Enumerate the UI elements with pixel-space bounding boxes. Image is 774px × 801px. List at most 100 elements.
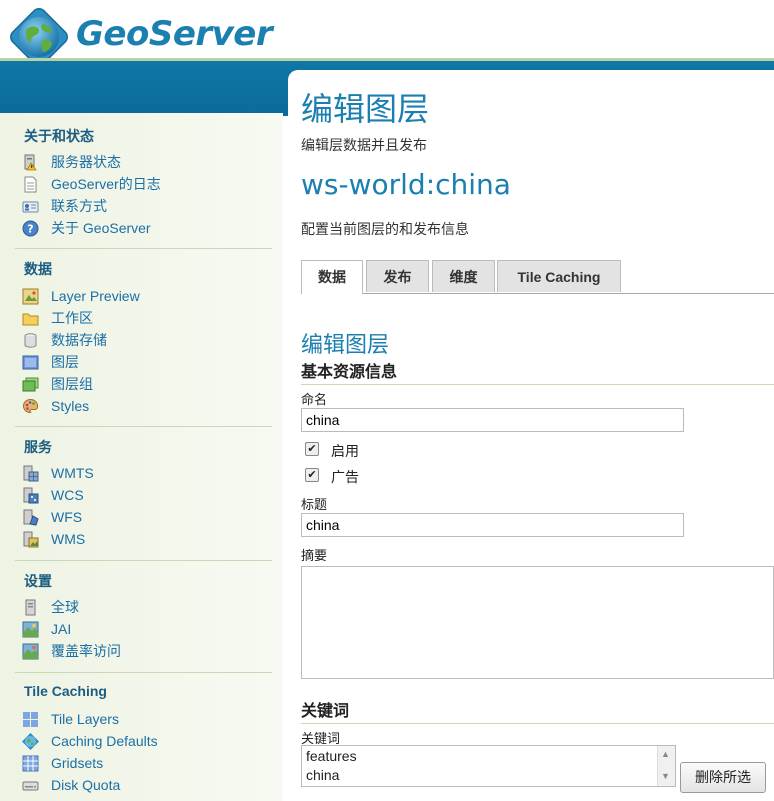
grid-icon xyxy=(22,755,39,771)
sidebar-item-caching-defaults[interactable]: Caching Defaults xyxy=(22,731,158,751)
jai-icon xyxy=(22,621,39,637)
log-icon xyxy=(24,176,37,192)
sidebar-item-label: Gridsets xyxy=(51,755,104,771)
sidebar-item-stores[interactable]: 数据存储 xyxy=(22,330,107,350)
globe-icon xyxy=(22,732,39,750)
app-name: GeoServer xyxy=(76,14,273,54)
sidebar-item-jai[interactable]: JAI xyxy=(22,619,71,639)
keyword-option[interactable]: features xyxy=(306,748,357,764)
name-label: 命名 xyxy=(301,392,328,407)
sidebar-divider xyxy=(15,426,272,427)
sidebar-item-wfs[interactable]: WFS xyxy=(22,507,82,527)
tab-publishing[interactable]: 发布 xyxy=(366,260,429,292)
coverage-access-icon xyxy=(22,643,39,659)
contact-card-icon xyxy=(22,201,39,212)
scroll-down-icon[interactable]: ▼ xyxy=(661,771,670,781)
sidebar-item-about[interactable]: ? 关于 GeoServer xyxy=(22,218,151,238)
header: GeoServer xyxy=(0,0,774,66)
sidebar-item-label: Layer Preview xyxy=(51,288,140,304)
section-title: 编辑图层 xyxy=(301,333,390,358)
sidebar-item-tile-layers[interactable]: Tile Layers xyxy=(22,709,119,729)
sidebar-item-wmts[interactable]: WMTS xyxy=(22,463,94,483)
enabled-checkbox[interactable]: ✔ xyxy=(305,442,319,456)
sidebar-item-label: 图层 xyxy=(51,354,79,370)
basic-info-heading: 基本资源信息 xyxy=(301,358,774,385)
folder-icon xyxy=(22,313,39,325)
sidebar-item-styles[interactable]: Styles xyxy=(22,396,89,416)
page-title: 编辑图层 xyxy=(301,90,430,128)
database-icon xyxy=(24,332,37,348)
wmts-service-icon xyxy=(23,465,39,481)
sidebar-heading-settings: 设置 xyxy=(24,573,52,589)
sidebar-item-layer-groups[interactable]: 图层组 xyxy=(22,374,93,394)
sidebar-item-label: 服务器状态 xyxy=(51,154,121,170)
layer-icon xyxy=(22,355,39,369)
sidebar: 关于和状态 服务器状态 GeoServer的日志 联系方式 ? 关于 GeoSe… xyxy=(0,113,283,801)
sidebar-item-label: WCS xyxy=(51,487,84,503)
sidebar-item-wcs[interactable]: WCS xyxy=(22,485,84,505)
sidebar-item-label: WMS xyxy=(51,531,86,547)
tab-dimensions[interactable]: 维度 xyxy=(432,260,495,292)
sidebar-item-label: WMTS xyxy=(51,465,94,481)
sidebar-item-label: 图层组 xyxy=(51,376,93,392)
sidebar-item-workspaces[interactable]: 工作区 xyxy=(22,308,93,328)
sidebar-item-label: Disk Quota xyxy=(51,777,121,793)
sidebar-divider xyxy=(15,672,272,673)
title-input[interactable] xyxy=(301,513,684,537)
sidebar-item-gridsets[interactable]: Gridsets xyxy=(22,753,103,773)
help-icon: ? xyxy=(22,220,39,236)
svg-text:?: ? xyxy=(27,222,33,235)
abstract-label: 摘要 xyxy=(301,548,328,563)
layer-group-icon xyxy=(22,377,39,391)
layer-preview-icon xyxy=(22,288,39,304)
sidebar-item-label: 关于 GeoServer xyxy=(51,220,151,236)
sidebar-heading-about-status: 关于和状态 xyxy=(24,128,94,144)
listbox-scrollbar[interactable]: ▲ ▼ xyxy=(657,746,675,786)
sidebar-item-server-status[interactable]: 服务器状态 xyxy=(22,152,121,172)
sidebar-divider xyxy=(15,248,272,249)
disk-icon xyxy=(22,781,39,790)
wcs-service-icon xyxy=(23,487,39,503)
sidebar-item-label: 联系方式 xyxy=(51,198,107,214)
sidebar-item-label: Tile Layers xyxy=(51,711,119,727)
sidebar-item-label: 工作区 xyxy=(51,310,93,326)
tile-layers-icon xyxy=(23,711,38,727)
sidebar-item-label: 覆盖率访问 xyxy=(51,643,121,659)
remove-selected-button[interactable]: 删除所选 xyxy=(680,762,766,793)
page-subtitle: 编辑层数据并且发布 xyxy=(301,137,427,153)
checkmark-icon: ✔ xyxy=(307,442,317,455)
sidebar-item-label: 全球 xyxy=(51,599,79,615)
advertised-checkbox[interactable]: ✔ xyxy=(305,468,319,482)
sidebar-item-layer-preview[interactable]: Layer Preview xyxy=(22,286,140,306)
keywords-heading: 关键词 xyxy=(301,697,774,724)
keywords-listbox[interactable]: features china ▲ ▼ xyxy=(301,745,676,787)
tab-data[interactable]: 数据 xyxy=(301,260,363,294)
advertised-label: 广告 xyxy=(331,469,359,485)
title-label: 标题 xyxy=(301,497,328,512)
scroll-up-icon[interactable]: ▲ xyxy=(661,749,670,759)
enabled-label: 启用 xyxy=(331,443,359,459)
abstract-textarea[interactable] xyxy=(301,566,774,679)
sidebar-heading-tile-caching: Tile Caching xyxy=(24,683,107,699)
sidebar-divider xyxy=(15,560,272,561)
sidebar-item-label: GeoServer的日志 xyxy=(51,176,161,192)
sidebar-item-label: Caching Defaults xyxy=(51,733,158,749)
sidebar-item-layers[interactable]: 图层 xyxy=(22,352,79,372)
sidebar-item-coverage-access[interactable]: 覆盖率访问 xyxy=(22,641,121,661)
sidebar-item-logs[interactable]: GeoServer的日志 xyxy=(22,174,161,194)
global-settings-icon xyxy=(25,599,36,615)
keyword-option[interactable]: china xyxy=(306,767,339,783)
wms-service-icon xyxy=(23,531,39,547)
checkmark-icon: ✔ xyxy=(307,468,317,481)
layer-description: 配置当前图层的和发布信息 xyxy=(301,221,469,237)
sidebar-item-disk-quota[interactable]: Disk Quota xyxy=(22,775,120,795)
sidebar-item-global[interactable]: 全球 xyxy=(22,597,79,617)
sidebar-item-label: WFS xyxy=(51,509,83,525)
wfs-service-icon xyxy=(23,509,39,526)
server-status-icon xyxy=(24,154,37,170)
sidebar-item-wms[interactable]: WMS xyxy=(22,529,85,549)
sidebar-item-contact[interactable]: 联系方式 xyxy=(22,196,107,216)
sidebar-heading-data: 数据 xyxy=(24,261,52,277)
name-input[interactable] xyxy=(301,408,684,432)
tab-tile-caching[interactable]: Tile Caching xyxy=(497,260,621,292)
